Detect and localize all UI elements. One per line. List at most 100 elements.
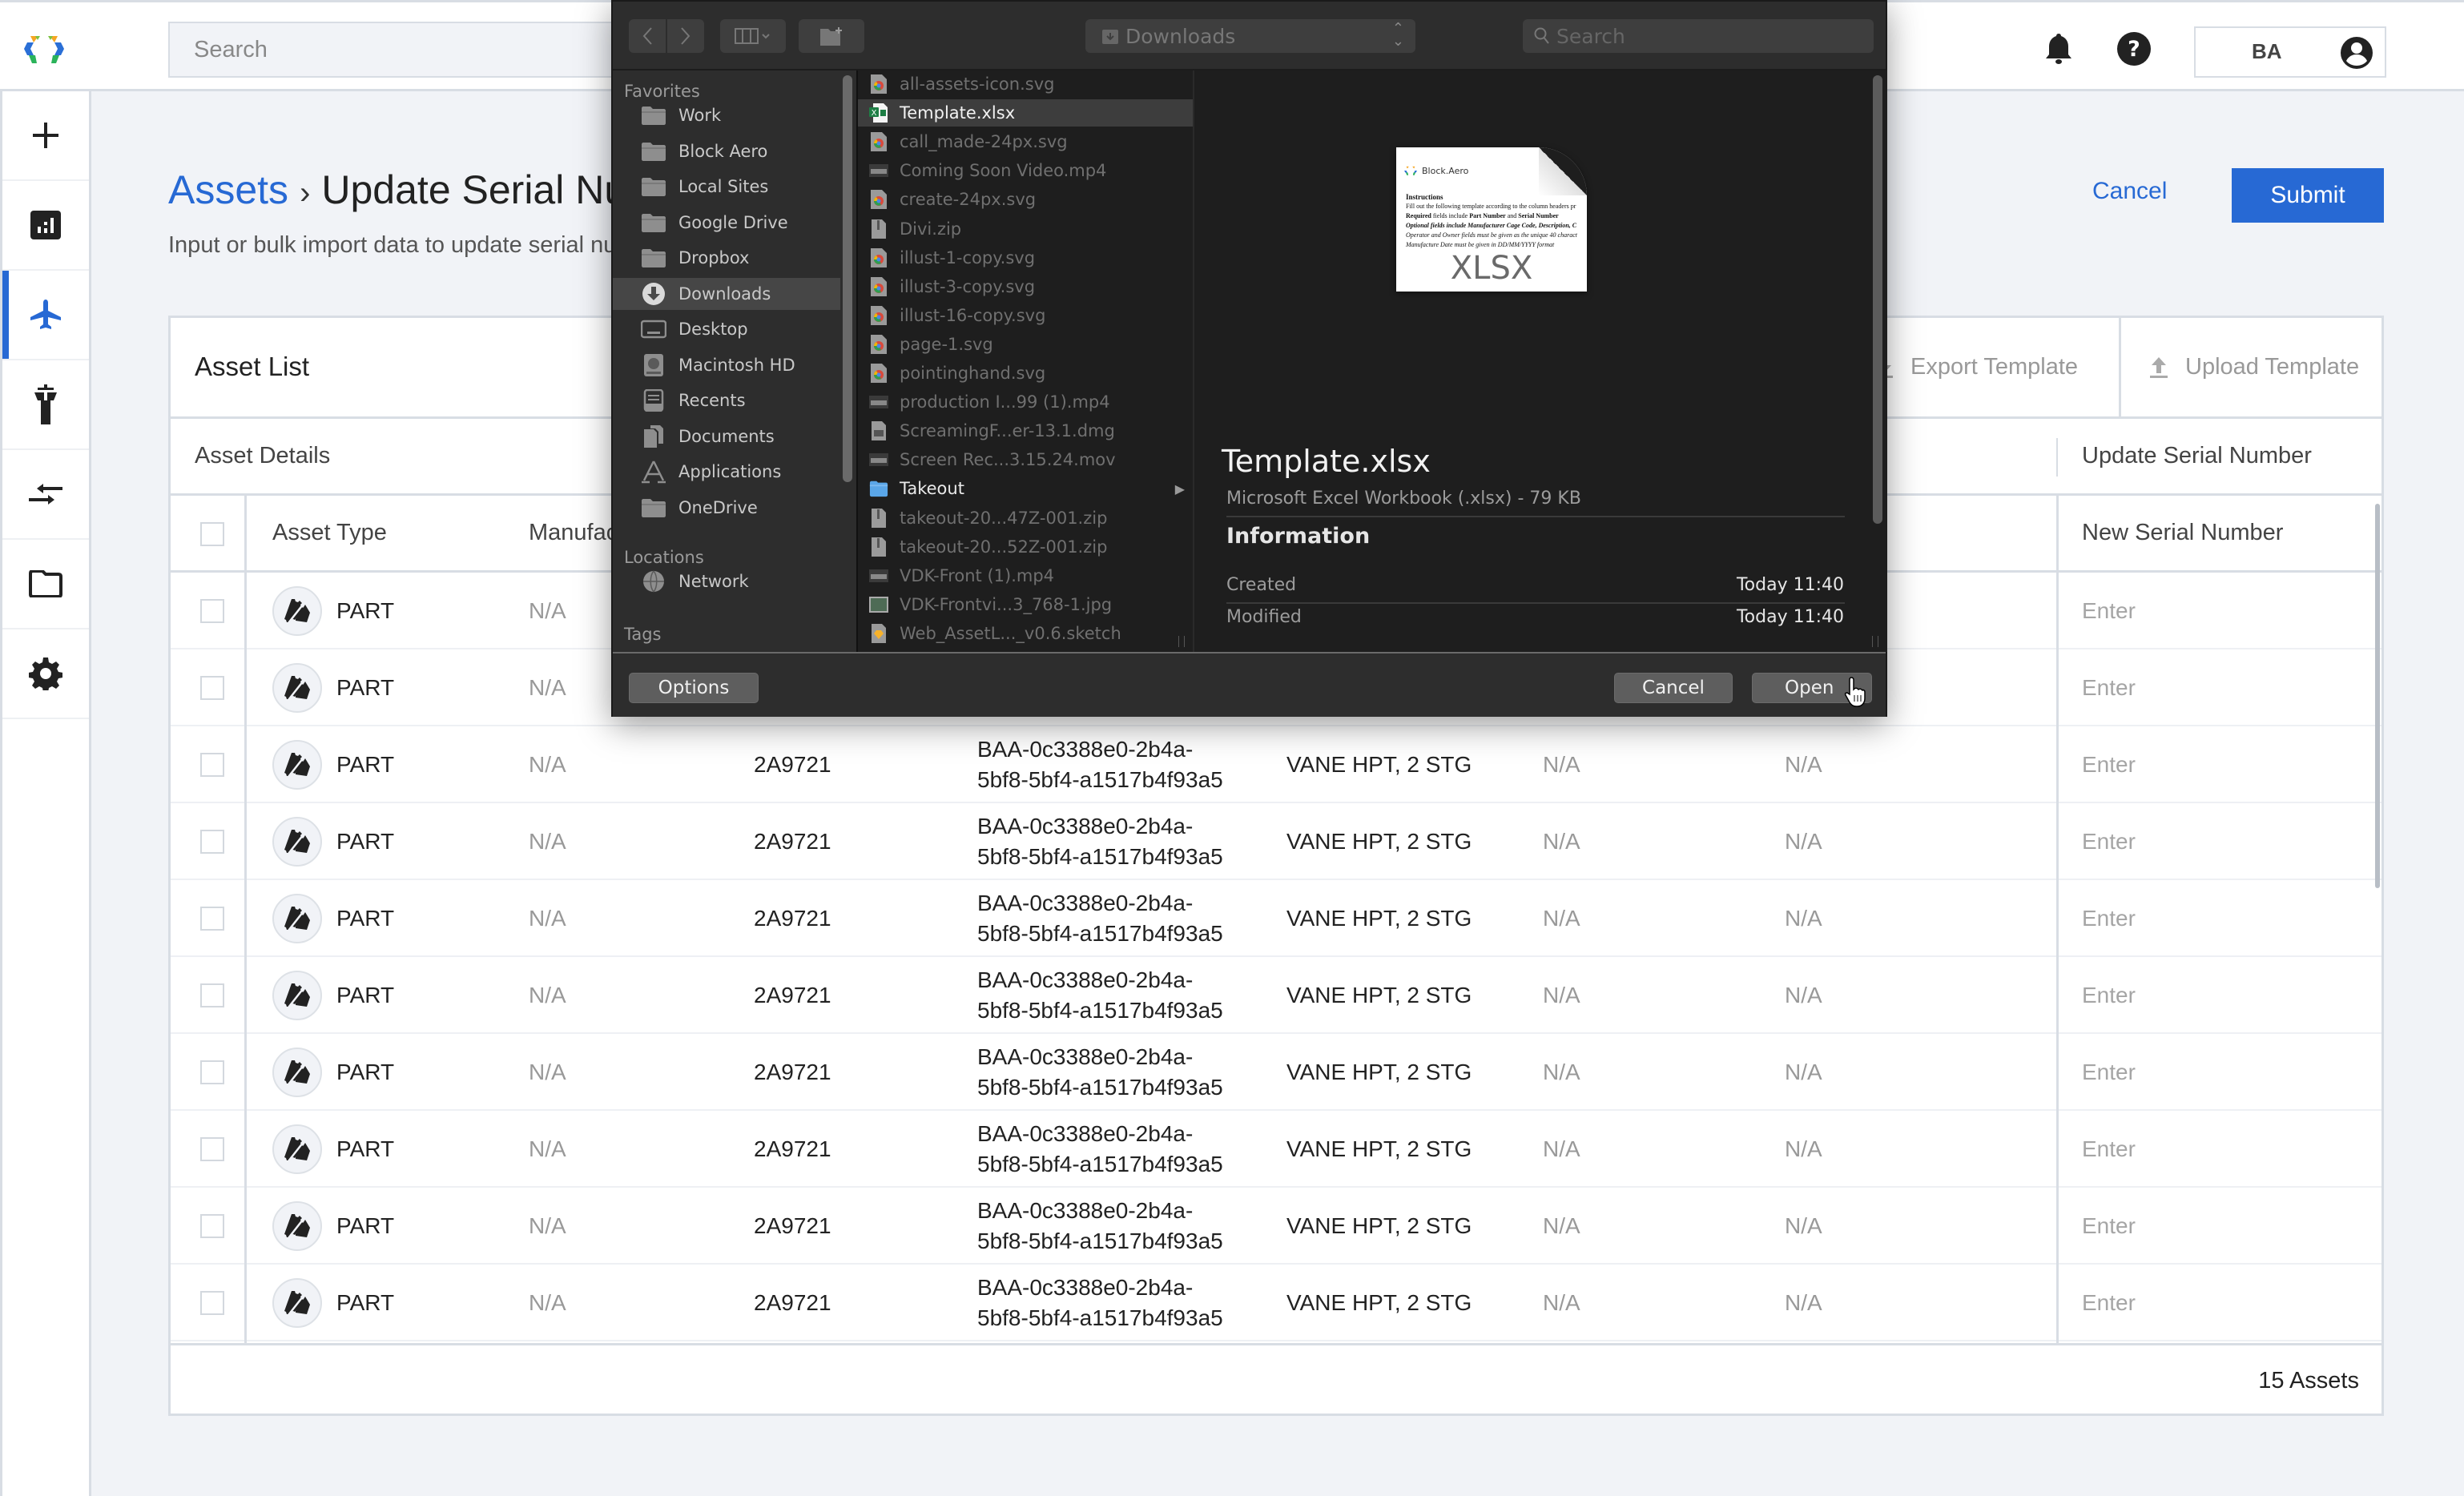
file-item[interactable]: illust-3-copy.svg [858, 273, 1193, 300]
file-name: Web_AssetL..._v0.6.sketch [900, 623, 1121, 643]
sidebar-location-onedrive[interactable]: OneDrive [613, 492, 842, 524]
location-popup[interactable]: Downloads ⌃ ⌄ [1085, 19, 1415, 53]
file-item[interactable]: Web_AssetL..._v0.6.sketch [858, 620, 1193, 647]
table-row[interactable]: PART N/A 2A9721 BAA-0c3388e0-2b4a- 5bf8-5bf4… [171, 803, 2381, 880]
file-item[interactable]: takeout-20...47Z-001.zip [858, 505, 1193, 532]
column-resize-handle[interactable] [1872, 636, 1878, 647]
new-serial-input[interactable] [2082, 1053, 2354, 1092]
sidebar-location-dropbox[interactable]: Dropbox [613, 242, 842, 274]
sidebar-item-create[interactable] [2, 91, 89, 181]
col-asset-type[interactable]: Asset Type [272, 520, 387, 546]
file-item[interactable]: takeout-20...52Z-001.zip [858, 533, 1193, 561]
new-serial-input[interactable] [2082, 669, 2354, 707]
new-serial-input[interactable] [2082, 1207, 2354, 1245]
part-gear-icon [284, 1291, 310, 1316]
dialog-cancel-button[interactable]: Cancel [1614, 673, 1733, 703]
thumbnail-line: Manufacture Date must be given in DD/MM/… [1406, 241, 1555, 248]
table-row[interactable]: PART N/A 2A9721 BAA-0c3388e0-2b4a- 5bf8-5bf4… [171, 957, 2381, 1034]
new-serial-input[interactable] [2082, 746, 2354, 784]
sidebar-item-documents[interactable] [2, 540, 89, 629]
sidebar-location-google-drive[interactable]: Google Drive [613, 207, 842, 239]
forward-button[interactable] [667, 19, 704, 53]
row-checkbox[interactable] [200, 753, 224, 777]
sidebar-scrollbar[interactable] [840, 70, 856, 652]
submit-button[interactable]: Submit [2232, 168, 2384, 223]
file-item[interactable]: Coming Soon Video.mp4 [858, 157, 1193, 184]
row-checkbox[interactable] [200, 1060, 224, 1084]
file-item[interactable]: illust-16-copy.svg [858, 302, 1193, 329]
sidebar-item-assets[interactable] [2, 271, 89, 360]
cell-manufacturer: N/A [529, 1290, 566, 1315]
table-row[interactable]: PART N/A 2A9721 BAA-0c3388e0-2b4a- 5bf8-5bf4… [171, 1188, 2381, 1265]
file-item[interactable]: create-24px.svg [858, 186, 1193, 213]
export-template-button[interactable]: Export Template [1875, 318, 2078, 416]
file-item[interactable]: production I...99 (1).mp4 [858, 388, 1193, 416]
table-row[interactable]: PART N/A 2A9721 BAA-0c3388e0-2b4a- 5bf8-5bf4… [171, 1111, 2381, 1188]
file-item[interactable]: X Template.xlsx [858, 99, 1193, 127]
row-checkbox[interactable] [200, 907, 224, 931]
preview-scrollbar[interactable] [1873, 75, 1882, 524]
file-item[interactable]: call_made-24px.svg [858, 128, 1193, 155]
chrome-file-icon [869, 247, 888, 268]
file-item[interactable]: all-assets-icon.svg [858, 70, 1193, 98]
new-serial-input[interactable] [2082, 976, 2354, 1015]
file-item[interactable]: illust-1-copy.svg [858, 244, 1193, 271]
sidebar-location-applications[interactable]: Applications [613, 456, 842, 488]
bell-icon[interactable] [2041, 31, 2076, 66]
breadcrumb-assets-link[interactable]: Assets [168, 167, 288, 212]
sidebar-location-recents[interactable]: Recents [613, 384, 842, 416]
block-aero-logo[interactable] [24, 31, 64, 66]
file-item[interactable]: Divi.zip [858, 215, 1193, 243]
cancel-button[interactable]: Cancel [2092, 178, 2167, 205]
sidebar-location-work[interactable]: Work [613, 99, 842, 131]
sidebar-location-downloads[interactable]: Downloads [613, 277, 842, 310]
sidebar-location-local-sites[interactable]: Local Sites [613, 171, 842, 203]
sidebar-item-analytics[interactable] [2, 181, 89, 271]
new-folder-button[interactable] [799, 19, 864, 53]
new-serial-input[interactable] [2082, 1130, 2354, 1168]
upload-template-button[interactable]: Upload Template [2119, 318, 2386, 416]
row-checkbox[interactable] [200, 1291, 224, 1315]
table-row[interactable]: PART N/A 2A9721 BAA-0c3388e0-2b4a- 5bf8-5bf4… [171, 880, 2381, 957]
user-menu[interactable]: BA [2194, 26, 2386, 78]
row-checkbox[interactable] [200, 1137, 224, 1161]
file-item[interactable]: ScreamingF...er-13.1.dmg [858, 417, 1193, 444]
sidebar-location-macintosh-hd[interactable]: Macintosh HD [613, 349, 842, 381]
file-item[interactable]: VDK-Front (1).mp4 [858, 562, 1193, 589]
dialog-search[interactable] [1523, 19, 1874, 53]
sidebar-location-block-aero[interactable]: Block Aero [613, 135, 842, 167]
divider [1226, 602, 1845, 604]
back-button[interactable] [629, 19, 666, 53]
new-serial-input[interactable] [2082, 592, 2354, 630]
sidebar-location-documents[interactable]: Documents [613, 420, 842, 452]
sidebar-item-settings[interactable] [2, 629, 89, 719]
row-checkbox[interactable] [200, 983, 224, 1007]
row-checkbox[interactable] [200, 676, 224, 700]
row-checkbox[interactable] [200, 830, 224, 854]
file-item[interactable]: page-1.svg [858, 331, 1193, 358]
row-checkbox[interactable] [200, 599, 224, 623]
file-item[interactable]: VDK-Frontvi...3_768-1.jpg [858, 591, 1193, 618]
row-checkbox[interactable] [200, 1214, 224, 1238]
table-row[interactable]: PART N/A 2A9721 BAA-0c3388e0-2b4a- 5bf8-5bf4… [171, 1034, 2381, 1111]
table-row[interactable]: PART N/A 2A9721 BAA-0c3388e0-2b4a- 5bf8-5bf4… [171, 1265, 2381, 1341]
select-all-checkbox[interactable] [200, 522, 224, 546]
table-scrollbar[interactable] [2375, 504, 2380, 888]
new-serial-input[interactable] [2082, 1284, 2354, 1322]
file-item[interactable]: Takeout ▶ [858, 475, 1193, 502]
table-row[interactable]: PART N/A 2A9721 BAA-0c3388e0-2b4a- 5bf8-5bf4… [171, 726, 2381, 803]
new-serial-input[interactable] [2082, 822, 2354, 861]
file-item[interactable]: Screen Rec...3.15.24.mov [858, 446, 1193, 473]
help-icon[interactable]: ? [2116, 31, 2152, 66]
dialog-search-input[interactable] [1556, 24, 1861, 48]
options-button[interactable]: Options [629, 673, 759, 703]
sidebar-item-control-tower[interactable] [2, 360, 89, 450]
sidebar-location-network[interactable]: Network [613, 565, 842, 597]
cell-serial-number: BAA-0c3388e0-2b4a- 5bf8-5bf4-a1517b4f93a5 [977, 811, 1223, 872]
sidebar-item-transfers[interactable] [2, 450, 89, 540]
part-gear-icon [284, 753, 310, 778]
sidebar-location-desktop[interactable]: Desktop [613, 313, 842, 345]
file-item[interactable]: pointinghand.svg [858, 360, 1193, 387]
new-serial-input[interactable] [2082, 899, 2354, 938]
view-mode-button[interactable] [720, 19, 786, 53]
